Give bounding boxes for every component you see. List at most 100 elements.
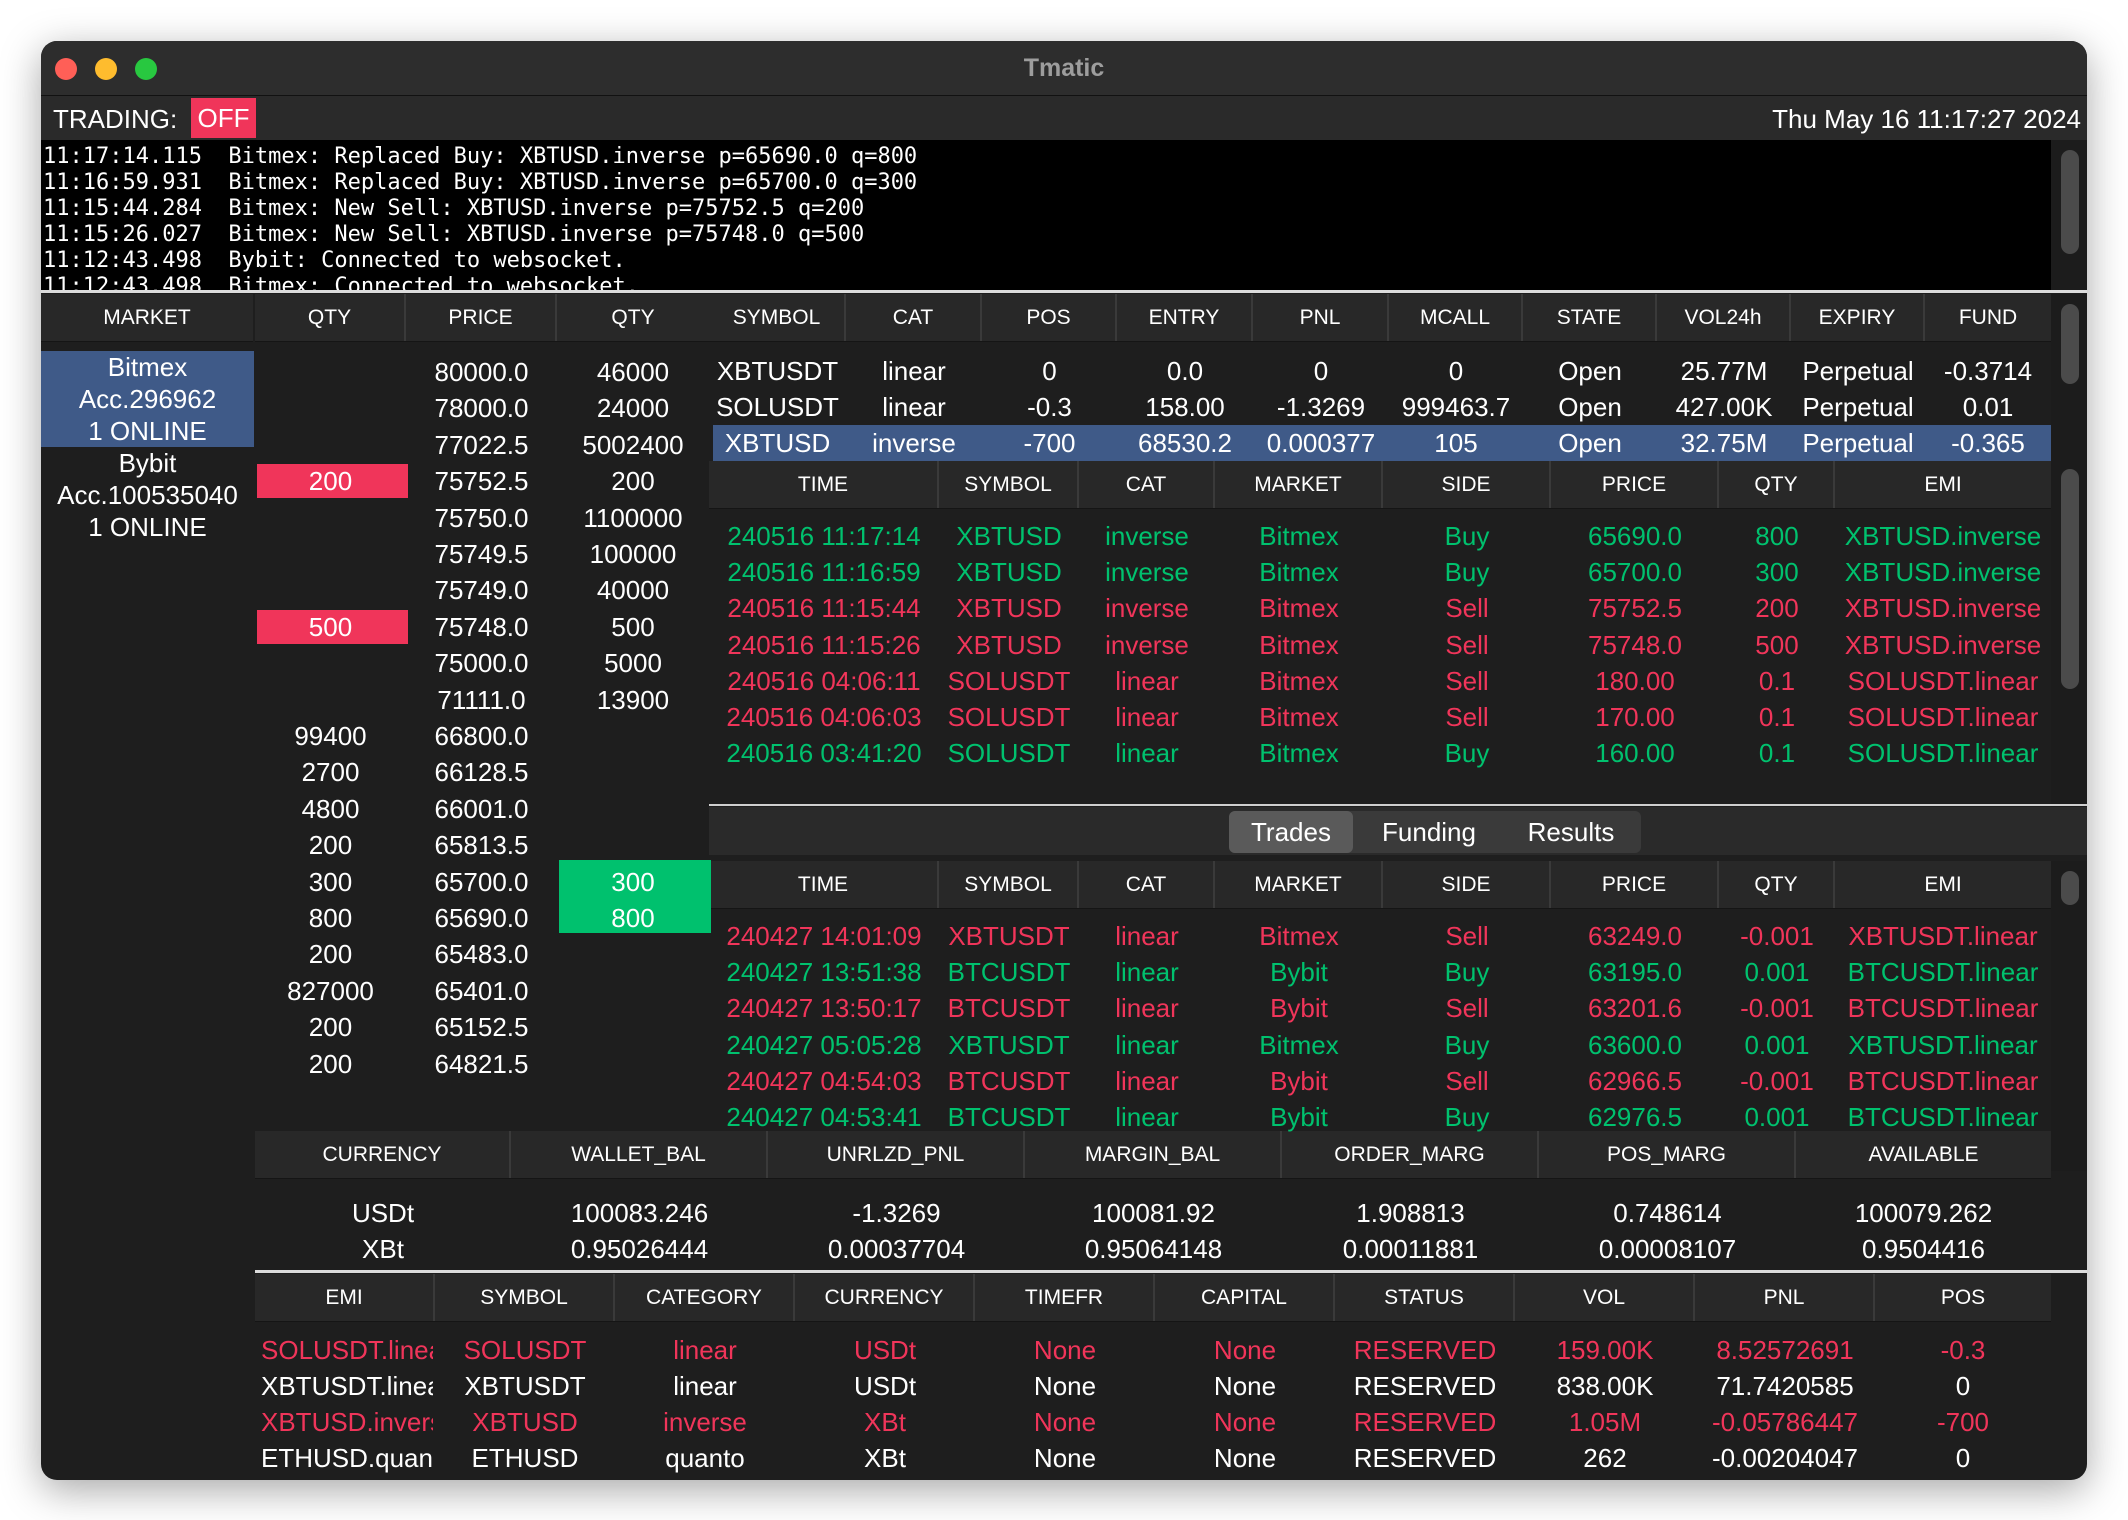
robot-cell-capital[interactable]: None (1155, 1405, 1335, 1439)
trades-cell-emi[interactable]: BTCUSDT.linear (1835, 1064, 2051, 1098)
instrument-cell-pos[interactable]: -0.3 (982, 390, 1117, 424)
trades-cell-qty[interactable]: 0.001 (1719, 1028, 1835, 1062)
orderbook-ask-qty[interactable]: 5000 (557, 646, 709, 680)
robot-cell-category[interactable]: linear (615, 1369, 795, 1403)
orderbook-bid-qty[interactable]: 200 (255, 464, 406, 498)
orderbook-bid-qty[interactable]: 200 (255, 828, 406, 862)
instruments-scrollbar[interactable] (2051, 294, 2087, 844)
orderbook-ask-qty[interactable]: 800 (557, 901, 709, 935)
instrument-cell-symbol[interactable]: XBTUSDT (709, 354, 846, 388)
robot-cell-pnl[interactable]: 71.7420585 (1695, 1369, 1875, 1403)
orders-cell-side[interactable]: Sell (1383, 628, 1551, 662)
robot-cell-emi[interactable]: XBTUSDT.linear (261, 1369, 433, 1403)
robot-cell-symbol[interactable]: SOLUSDT (435, 1333, 615, 1367)
orderbook-price[interactable]: 75750.0 (406, 501, 557, 535)
log-scrollbar[interactable] (2051, 140, 2087, 290)
robot-cell-pos[interactable]: -700 (1875, 1405, 2051, 1439)
robot-cell-currency[interactable]: XBt (795, 1405, 975, 1439)
robot-cell-pos[interactable]: 0 (1875, 1369, 2051, 1403)
instrument-cell-pnl[interactable]: 0 (1253, 354, 1389, 388)
trades-cell-qty[interactable]: -0.001 (1719, 919, 1835, 953)
orderbook-price[interactable]: 64821.5 (406, 1047, 557, 1081)
trades-cell-symbol[interactable]: BTCUSDT (939, 955, 1079, 989)
orders-cell-emi[interactable]: SOLUSDT.linear (1835, 700, 2051, 734)
trades-cell-cat[interactable]: linear (1079, 955, 1215, 989)
orderbook-price[interactable]: 75752.5 (406, 464, 557, 498)
orderbook-ask-qty[interactable]: 24000 (557, 391, 709, 425)
orders-cell-symbol[interactable]: SOLUSDT (939, 664, 1079, 698)
tab-results[interactable]: Results (1501, 811, 1641, 853)
orders-cell-cat[interactable]: linear (1079, 736, 1215, 770)
robot-cell-pnl[interactable]: -0.00204047 (1695, 1441, 1875, 1475)
trades-cell-market[interactable]: Bybit (1215, 991, 1383, 1025)
trades-cell-cat[interactable]: linear (1079, 991, 1215, 1025)
orderbook-ask-qty[interactable]: 40000 (557, 573, 709, 607)
orders-cell-cat[interactable]: linear (1079, 664, 1215, 698)
trades-cell-emi[interactable]: BTCUSDT.linear (1835, 1100, 2051, 1134)
orderbook-price[interactable]: 65690.0 (406, 901, 557, 935)
orders-cell-qty[interactable]: 0.1 (1719, 664, 1835, 698)
orderbook-ask-qty[interactable]: 13900 (557, 683, 709, 717)
trades-cell-qty[interactable]: 0.001 (1719, 1100, 1835, 1134)
orders-cell-price[interactable]: 75748.0 (1551, 628, 1719, 662)
instrument-cell-cat[interactable]: linear (846, 390, 982, 424)
orders-cell-side[interactable]: Buy (1383, 555, 1551, 589)
orders-cell-qty[interactable]: 300 (1719, 555, 1835, 589)
orders-cell-emi[interactable]: XBTUSD.inverse (1835, 591, 2051, 625)
orderbook-bid-qty[interactable]: 4800 (255, 792, 406, 826)
robot-cell-timefr[interactable]: None (975, 1333, 1155, 1367)
trades-cell-emi[interactable]: XBTUSDT.linear (1835, 919, 2051, 953)
trades-cell-cat[interactable]: linear (1079, 1100, 1215, 1134)
orders-cell-emi[interactable]: XBTUSD.inverse (1835, 519, 2051, 553)
trades-cell-time[interactable]: 240427 04:53:41 (709, 1100, 939, 1134)
instrument-cell-mcall[interactable]: 0 (1389, 354, 1523, 388)
orders-cell-market[interactable]: Bitmex (1215, 555, 1383, 589)
instrument-cell-cat[interactable]: linear (846, 354, 982, 388)
orders-cell-price[interactable]: 65700.0 (1551, 555, 1719, 589)
instruments-scrollbar-thumb[interactable] (2061, 304, 2079, 384)
orders-cell-symbol[interactable]: XBTUSD (939, 628, 1079, 662)
trades-cell-price[interactable]: 63201.6 (1551, 991, 1719, 1025)
orders-cell-time[interactable]: 240516 11:15:26 (709, 628, 939, 662)
orderbook-price[interactable]: 71111.0 (406, 683, 557, 717)
instrument-cell-entry[interactable]: 158.00 (1117, 390, 1253, 424)
trades-cell-side[interactable]: Buy (1383, 955, 1551, 989)
market-account-bybit[interactable]: Bybit Acc.100535040 1 ONLINE (41, 447, 254, 543)
robot-cell-emi[interactable]: XBTUSD.inverse (261, 1405, 433, 1439)
instrument-cell-state[interactable]: Open (1523, 426, 1657, 460)
instrument-cell-symbol[interactable]: XBTUSD (709, 426, 846, 460)
instrument-cell-entry[interactable]: 68530.2 (1117, 426, 1253, 460)
orderbook-price[interactable]: 66128.5 (406, 755, 557, 789)
orderbook-price[interactable]: 78000.0 (406, 391, 557, 425)
trades-cell-symbol[interactable]: BTCUSDT (939, 1100, 1079, 1134)
robot-cell-category[interactable]: inverse (615, 1405, 795, 1439)
orderbook-bid-qty[interactable]: 200 (255, 1047, 406, 1081)
orderbook-bid-qty[interactable]: 300 (255, 865, 406, 899)
robot-cell-timefr[interactable]: None (975, 1441, 1155, 1475)
trades-cell-time[interactable]: 240427 14:01:09 (709, 919, 939, 953)
orders-cell-qty[interactable]: 200 (1719, 591, 1835, 625)
robot-cell-vol[interactable]: 159.00K (1515, 1333, 1695, 1367)
orderbook-ask-qty[interactable]: 1100000 (557, 501, 709, 535)
robot-cell-capital[interactable]: None (1155, 1441, 1335, 1475)
instrument-cell-fund[interactable]: -0.365 (1925, 426, 2051, 460)
trades-cell-symbol[interactable]: BTCUSDT (939, 991, 1079, 1025)
trades-cell-market[interactable]: Bitmex (1215, 919, 1383, 953)
trades-cell-side[interactable]: Sell (1383, 991, 1551, 1025)
orders-cell-side[interactable]: Sell (1383, 664, 1551, 698)
trades-cell-market[interactable]: Bitmex (1215, 1028, 1383, 1062)
orders-cell-cat[interactable]: inverse (1079, 628, 1215, 662)
instrument-cell-pos[interactable]: -700 (982, 426, 1117, 460)
orders-cell-market[interactable]: Bitmex (1215, 664, 1383, 698)
orders-cell-time[interactable]: 240516 04:06:11 (709, 664, 939, 698)
orderbook-price[interactable]: 75749.0 (406, 573, 557, 607)
robot-cell-currency[interactable]: USDt (795, 1369, 975, 1403)
robot-cell-emi[interactable]: ETHUSD.quanto (261, 1441, 433, 1475)
orders-cell-time[interactable]: 240516 11:16:59 (709, 555, 939, 589)
orders-cell-market[interactable]: Bitmex (1215, 628, 1383, 662)
orderbook-bid-qty[interactable]: 800 (255, 901, 406, 935)
orders-cell-emi[interactable]: XBTUSD.inverse (1835, 555, 2051, 589)
robot-cell-vol[interactable]: 262 (1515, 1441, 1695, 1475)
orderbook-price[interactable]: 65483.0 (406, 937, 557, 971)
orderbook-ask-qty[interactable]: 100000 (557, 537, 709, 571)
